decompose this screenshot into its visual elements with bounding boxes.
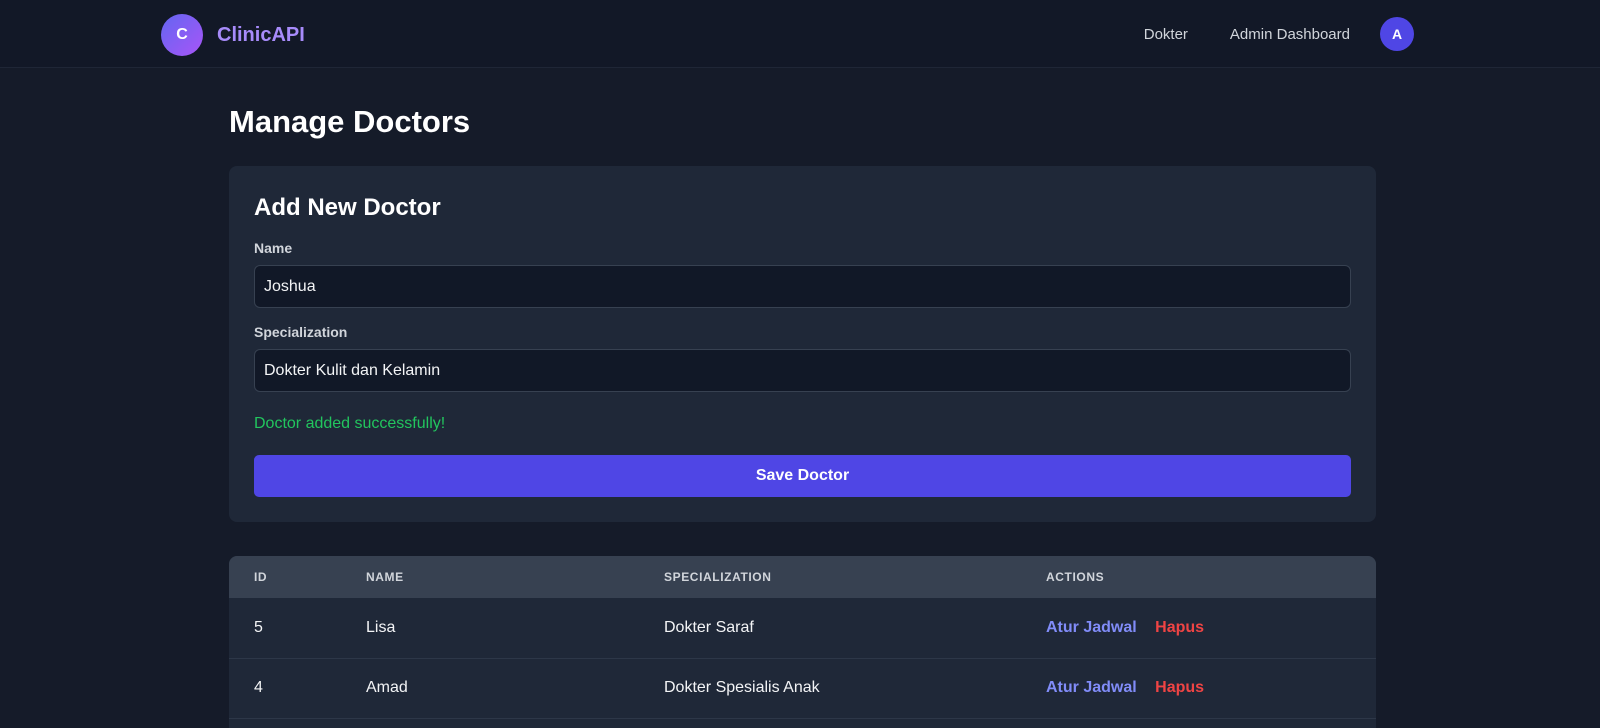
- delete-link[interactable]: Hapus: [1155, 619, 1204, 636]
- specialization-input[interactable]: [254, 349, 1351, 392]
- success-message: Doctor added successfully!: [254, 415, 446, 432]
- cell-id: 4: [254, 679, 263, 696]
- nav-links: Dokter Admin Dashboard A: [1102, 0, 1414, 68]
- schedule-link[interactable]: Atur Jadwal: [1046, 619, 1137, 636]
- cell-id: 5: [254, 618, 263, 636]
- top-navbar: C ClinicAPI Dokter Admin Dashboard A: [0, 0, 1600, 68]
- cell-actions: Atur Jadwal Hapus: [1021, 658, 1376, 718]
- cell-actions: Atur Jadwal Hapus: [1021, 598, 1376, 658]
- table-header-row: ID NAME SPECIALIZATION ACTIONS: [229, 556, 1376, 598]
- name-input[interactable]: [254, 265, 1351, 308]
- table-row: 5 Lisa Dokter Saraf Atur Jadwal Hapus: [229, 598, 1376, 658]
- add-doctor-card: Add New Doctor Name Specialization Docto…: [229, 166, 1376, 522]
- table-row: 4 Amad Dokter Spesialis Anak Atur Jadwal…: [229, 658, 1376, 718]
- delete-link[interactable]: Hapus: [1155, 679, 1204, 696]
- cell-specialization: Dokter Spesialis Anak: [664, 679, 820, 696]
- header-id: ID: [254, 570, 268, 584]
- cell-name: Lisa: [366, 618, 396, 636]
- page-title: Manage Doctors: [229, 104, 471, 139]
- brand-name[interactable]: ClinicAPI: [217, 24, 305, 47]
- doctors-table: ID NAME SPECIALIZATION ACTIONS 5 Lisa Do…: [229, 556, 1376, 719]
- doctors-table-container: ID NAME SPECIALIZATION ACTIONS 5 Lisa Do…: [229, 556, 1376, 728]
- brand[interactable]: C ClinicAPI: [161, 14, 305, 56]
- header-specialization: SPECIALIZATION: [664, 570, 772, 584]
- nav-link-admin-dashboard[interactable]: Admin Dashboard: [1230, 26, 1350, 43]
- name-label: Name: [254, 240, 293, 256]
- user-avatar[interactable]: A: [1380, 17, 1414, 51]
- brand-logo: C: [161, 14, 203, 56]
- header-actions: ACTIONS: [1046, 570, 1105, 584]
- header-name: NAME: [366, 570, 404, 584]
- cell-name: Amad: [366, 679, 408, 696]
- add-doctor-title: Add New Doctor: [254, 194, 441, 221]
- schedule-link[interactable]: Atur Jadwal: [1046, 679, 1137, 696]
- specialization-label: Specialization: [254, 324, 348, 340]
- cell-specialization: Dokter Saraf: [664, 618, 754, 636]
- nav-link-dokter[interactable]: Dokter: [1144, 26, 1188, 43]
- save-doctor-button[interactable]: Save Doctor: [254, 455, 1351, 497]
